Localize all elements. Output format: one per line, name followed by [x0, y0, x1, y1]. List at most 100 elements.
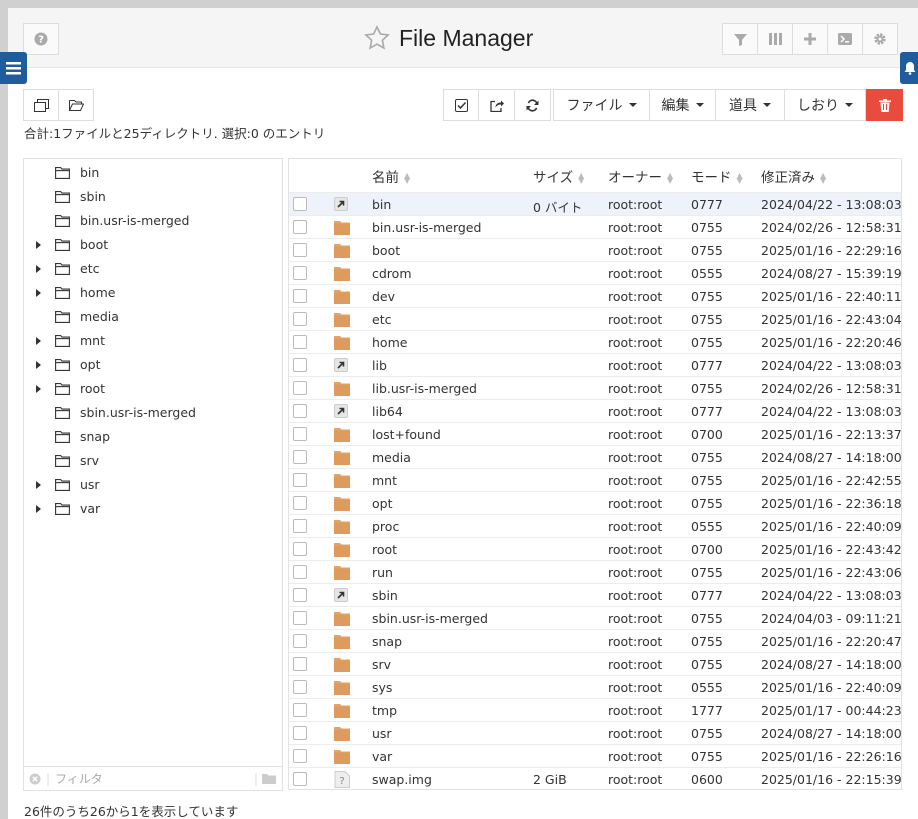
row-checkbox[interactable] [293, 542, 307, 556]
filter-button[interactable] [722, 23, 758, 55]
cell-name[interactable]: usr [372, 726, 392, 741]
row-checkbox[interactable] [293, 611, 307, 625]
table-row[interactable]: var root:root 0755 2025/01/16 - 22:26:16 [289, 744, 902, 767]
row-checkbox[interactable] [293, 680, 307, 694]
row-checkbox[interactable] [293, 312, 307, 326]
column-header-size[interactable]: サイズ ▲ ▼ [533, 166, 584, 186]
new-window-button[interactable] [23, 89, 59, 121]
cell-name[interactable]: var [372, 749, 392, 764]
bookmarks-menu-button[interactable]: しおり [784, 89, 866, 121]
cell-name[interactable]: lib.usr-is-merged [372, 381, 477, 396]
expand-arrow-icon[interactable] [36, 265, 41, 273]
expand-arrow-icon[interactable] [36, 361, 41, 369]
cell-name[interactable]: bin [372, 197, 391, 212]
add-button[interactable] [792, 23, 828, 55]
table-row[interactable]: lib64 root:root 0777 2024/04/22 - 13:08:03 [289, 399, 902, 422]
share-button[interactable] [478, 89, 515, 121]
edit-menu-button[interactable]: 編集 [649, 89, 716, 121]
cell-name[interactable]: cdrom [372, 266, 412, 281]
sidebar-toggle-button[interactable] [0, 52, 27, 84]
columns-button[interactable] [757, 23, 793, 55]
clear-filter-icon[interactable] [29, 773, 41, 785]
table-row[interactable]: sbin.usr-is-merged root:root 0755 2024/04/0… [289, 606, 902, 629]
row-checkbox[interactable] [293, 519, 307, 533]
help-button[interactable]: ? [23, 23, 59, 55]
row-checkbox[interactable] [293, 565, 307, 579]
refresh-button[interactable] [514, 89, 551, 121]
notifications-tab[interactable] [900, 52, 918, 84]
table-row[interactable]: proc root:root 0555 2025/01/16 - 22:40:09 [289, 514, 902, 537]
column-header-name[interactable]: 名前 ▲ ▼ [372, 166, 410, 186]
row-checkbox[interactable] [293, 657, 307, 671]
star-icon[interactable] [363, 24, 391, 52]
table-row[interactable]: srv root:root 0755 2024/08/27 - 14:18:00 [289, 652, 902, 675]
cell-name[interactable]: bin.usr-is-merged [372, 220, 481, 235]
tools-menu-button[interactable]: 道具 [715, 89, 785, 121]
row-checkbox[interactable] [293, 220, 307, 234]
table-row[interactable]: bin.usr-is-merged root:root 0755 2024/02/26… [289, 215, 902, 238]
table-row[interactable]: usr root:root 0755 2024/08/27 - 14:18:00 [289, 721, 902, 744]
row-checkbox[interactable] [293, 588, 307, 602]
table-row[interactable]: snap root:root 0755 2025/01/16 - 22:20:47 [289, 629, 902, 652]
cell-name[interactable]: lib [372, 358, 387, 373]
cell-name[interactable]: srv [372, 657, 391, 672]
row-checkbox[interactable] [293, 726, 307, 740]
select-all-button[interactable] [443, 89, 479, 121]
table-row[interactable]: lib root:root 0777 2024/04/22 - 13:08:03 [289, 353, 902, 376]
table-row[interactable]: media root:root 0755 2024/08/27 - 14:18:00 [289, 445, 902, 468]
row-checkbox[interactable] [293, 427, 307, 441]
table-row[interactable]: home root:root 0755 2025/01/16 - 22:20:46 [289, 330, 902, 353]
settings-button[interactable] [862, 23, 898, 55]
column-header-owner[interactable]: オーナー ▲ ▼ [608, 166, 673, 186]
row-checkbox[interactable] [293, 703, 307, 717]
row-checkbox[interactable] [293, 496, 307, 510]
table-row[interactable]: lost+found root:root 0700 2025/01/16 - 22:1… [289, 422, 902, 445]
row-checkbox[interactable] [293, 289, 307, 303]
row-checkbox[interactable] [293, 358, 307, 372]
cell-name[interactable]: tmp [372, 703, 397, 718]
cell-name[interactable]: sbin.usr-is-merged [372, 611, 488, 626]
cell-name[interactable]: dev [372, 289, 395, 304]
column-header-modified[interactable]: 修正済み ▲ ▼ [761, 166, 826, 186]
row-checkbox[interactable] [293, 473, 307, 487]
cell-name[interactable]: boot [372, 243, 400, 258]
row-checkbox[interactable] [293, 634, 307, 648]
column-header-mode[interactable]: モード ▲ ▼ [691, 166, 743, 186]
cell-name[interactable]: mnt [372, 473, 397, 488]
open-folder-button[interactable] [58, 89, 94, 121]
expand-arrow-icon[interactable] [36, 289, 41, 297]
cell-name[interactable]: sbin [372, 588, 398, 603]
file-menu-button[interactable]: ファイル [553, 89, 650, 121]
table-row[interactable]: dev root:root 0755 2025/01/16 - 22:40:11 [289, 284, 902, 307]
table-row[interactable]: mnt root:root 0755 2025/01/16 - 22:42:55 [289, 468, 902, 491]
table-row[interactable]: sbin root:root 0777 2024/04/22 - 13:08:03 [289, 583, 902, 606]
row-checkbox[interactable] [293, 243, 307, 257]
cell-name[interactable]: opt [372, 496, 392, 511]
cell-name[interactable]: media [372, 450, 411, 465]
table-row[interactable]: opt root:root 0755 2025/01/16 - 22:36:18 [289, 491, 902, 514]
table-row[interactable]: tmp root:root 1777 2025/01/17 - 00:44:23 [289, 698, 902, 721]
expand-arrow-icon[interactable] [36, 505, 41, 513]
expand-arrow-icon[interactable] [36, 481, 41, 489]
cell-name[interactable]: snap [372, 634, 402, 649]
table-row[interactable]: bin 0 バイト root:root 0777 2024/04/22 - 13:08:… [289, 192, 902, 215]
cell-name[interactable]: lib64 [372, 404, 403, 419]
expand-arrow-icon[interactable] [36, 385, 41, 393]
row-checkbox[interactable] [293, 335, 307, 349]
cell-name[interactable]: root [372, 542, 397, 557]
folder-filter-icon[interactable] [262, 773, 276, 784]
expand-arrow-icon[interactable] [36, 337, 41, 345]
table-row[interactable]: run root:root 0755 2025/01/16 - 22:43:06 [289, 560, 902, 583]
row-checkbox[interactable] [293, 772, 307, 786]
table-row[interactable]: ? swap.img 2 GiB root:root 0600 2025/01/16 - … [289, 767, 902, 790]
cell-name[interactable]: lost+found [372, 427, 441, 442]
row-checkbox[interactable] [293, 197, 307, 211]
row-checkbox[interactable] [293, 450, 307, 464]
terminal-button[interactable] [827, 23, 863, 55]
table-row[interactable]: root root:root 0700 2025/01/16 - 22:43:42 [289, 537, 902, 560]
tree-filter-input[interactable]: フィルタ [55, 770, 250, 787]
cell-name[interactable]: sys [372, 680, 392, 695]
row-checkbox[interactable] [293, 404, 307, 418]
row-checkbox[interactable] [293, 749, 307, 763]
table-row[interactable]: etc root:root 0755 2025/01/16 - 22:43:04 [289, 307, 902, 330]
